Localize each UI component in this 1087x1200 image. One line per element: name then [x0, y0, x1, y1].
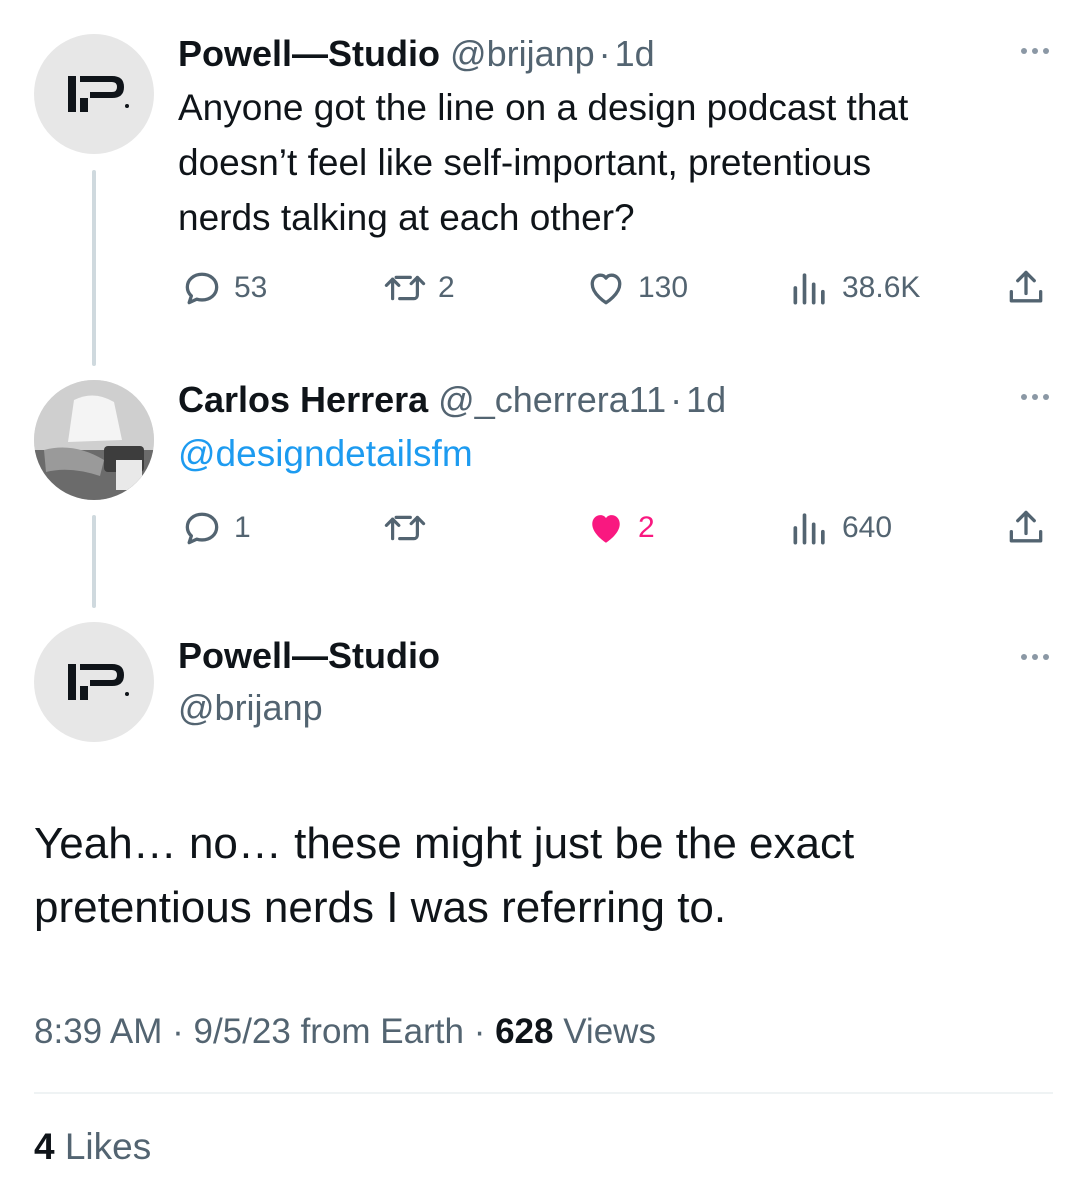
main-views-count: 628	[495, 1012, 554, 1051]
main-views-label: Views	[553, 1012, 656, 1051]
tweet2-reply-count: 1	[234, 511, 251, 544]
like-icon	[590, 273, 622, 305]
avatar-powell-studio[interactable]	[34, 622, 154, 742]
tweet1-like-count: 130	[638, 271, 689, 304]
tweet1-retweet-count: 2	[438, 271, 455, 304]
tweet1-timestamp[interactable]: 1d	[615, 33, 655, 74]
tweet2-more-icon[interactable]	[1021, 394, 1049, 400]
tweet1-reply-button[interactable]: 53	[180, 266, 267, 310]
tweet1-separator: ·	[598, 33, 611, 74]
main-author-handle-text: @brijanp	[178, 687, 323, 728]
tweet1-views-count: 38.6K	[842, 271, 921, 304]
main-text-line: Yeah… no… these might just be the exact	[34, 819, 855, 868]
tweet2-author-name[interactable]: Carlos Herrera	[178, 379, 428, 420]
tweet2-reply-button[interactable]: 1	[180, 506, 251, 550]
tweet1-author-handle[interactable]: @brijanp	[450, 33, 595, 74]
tweet2-header: Carlos Herrera @_cherrera11 · 1d	[178, 380, 726, 420]
tweet1-text-line: nerds talking at each other?	[178, 197, 635, 238]
retweet-icon	[384, 515, 426, 541]
views-icon	[793, 273, 825, 305]
main-tweet-meta: 8:39 AM · 9/5/23 from Earth · 628 Views	[34, 1012, 656, 1052]
powell-studio-logo-icon	[68, 664, 129, 700]
tweet1-retweet-button[interactable]: 2	[382, 266, 455, 310]
avatar-powell-studio[interactable]	[34, 34, 154, 154]
main-author-name[interactable]: Powell—Studio	[178, 636, 440, 676]
main-tweet-text: Yeah… no… these might just be the exact …	[34, 812, 1034, 940]
main-likes-label: Likes	[54, 1126, 152, 1167]
reply-icon	[185, 272, 219, 305]
thread-line	[92, 170, 96, 366]
tweet2-separator: ·	[670, 379, 683, 420]
tweet2-timestamp[interactable]: 1d	[686, 379, 726, 420]
tweet2-share-button[interactable]	[1004, 506, 1048, 550]
avatar-carlos-herrera[interactable]	[34, 380, 154, 500]
thread-line	[92, 515, 96, 608]
divider	[34, 1092, 1053, 1094]
tweet2-like-count: 2	[638, 511, 655, 544]
share-icon	[1009, 510, 1043, 543]
retweet-icon	[384, 275, 426, 301]
tweet2-views-count: 640	[842, 511, 893, 544]
tweet2-text: @designdetailsfm	[178, 426, 1018, 481]
tweet1-more-icon[interactable]	[1021, 48, 1049, 54]
main-date[interactable]: 9/5/23 from Earth	[194, 1012, 464, 1051]
tweet1-like-button[interactable]: 130	[584, 266, 688, 310]
tweet1-share-button[interactable]	[1004, 266, 1048, 310]
main-author-handle[interactable]: @brijanp	[178, 688, 323, 728]
share-icon	[1009, 270, 1043, 303]
tweet2-mention-link[interactable]: @designdetailsfm	[178, 433, 473, 474]
reply-icon	[185, 512, 219, 545]
powell-studio-logo-icon	[68, 76, 129, 112]
tweet1-text: Anyone got the line on a design podcast …	[178, 80, 1018, 245]
main-time[interactable]: 8:39 AM	[34, 1012, 162, 1051]
main-author-name-text: Powell—Studio	[178, 635, 441, 676]
meta-separator: ·	[473, 1012, 486, 1051]
tweet2-views-button[interactable]: 640	[788, 506, 892, 550]
main-likes-link[interactable]: 4 Likes	[34, 1126, 151, 1168]
tweet1-views-button[interactable]: 38.6K	[788, 266, 920, 310]
main-more-icon[interactable]	[1021, 654, 1049, 660]
tweet1-text-line: Anyone got the line on a design podcast …	[178, 87, 909, 128]
tweet1-reply-count: 53	[234, 271, 268, 304]
meta-separator: ·	[172, 1012, 184, 1051]
like-filled-icon	[592, 515, 620, 543]
tweet2-retweet-button[interactable]	[382, 506, 438, 550]
views-icon	[793, 513, 825, 545]
tweet1-author-name[interactable]: Powell—Studio	[178, 33, 440, 74]
tweet1-text-line: doesn’t feel like self-important, preten…	[178, 142, 872, 183]
main-likes-count: 4	[34, 1126, 55, 1167]
carlos-herrera-photo	[34, 380, 154, 500]
tweet2-author-handle[interactable]: @_cherrera11	[438, 379, 666, 420]
tweet1-header: Powell—Studio @brijanp · 1d	[178, 34, 655, 74]
main-text-line: pretentious nerds I was referring to.	[34, 883, 727, 932]
tweet2-like-button[interactable]: 2	[584, 506, 655, 550]
